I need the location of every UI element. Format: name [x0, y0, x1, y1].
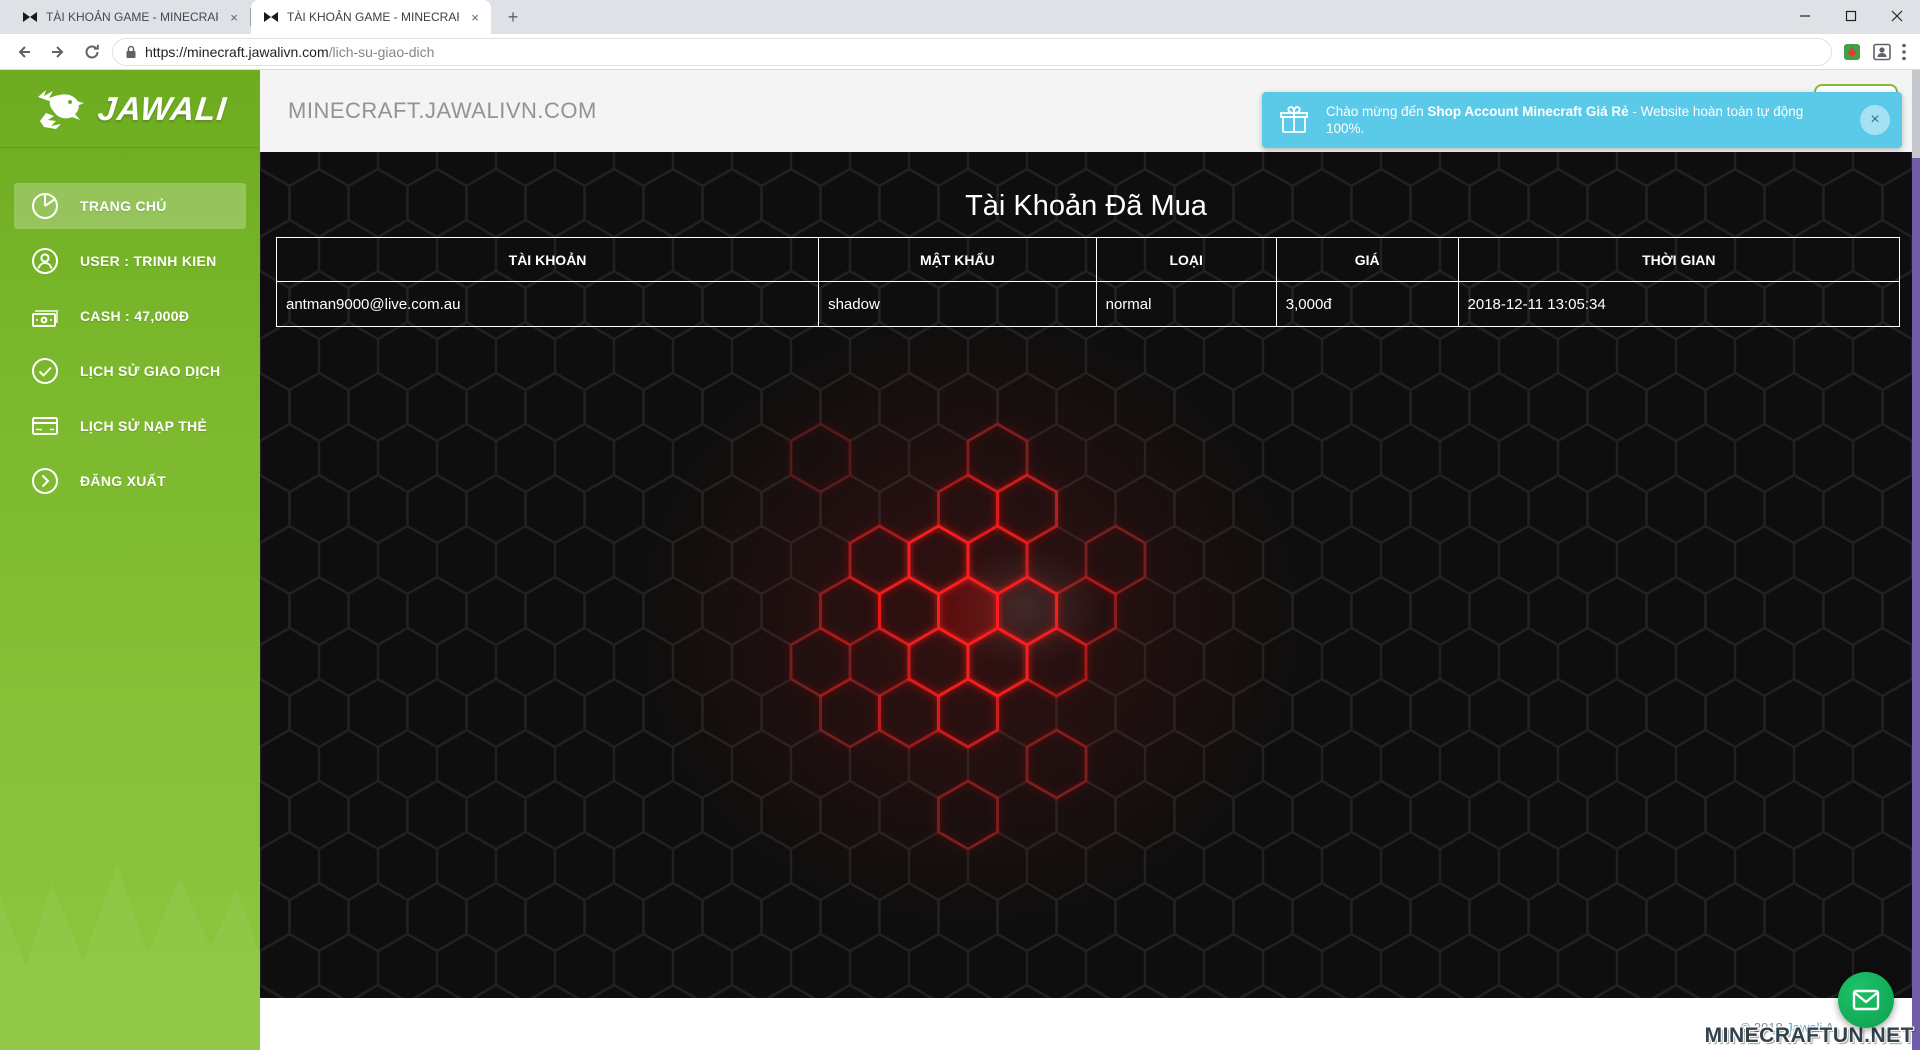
- sidebar-item-label: LỊCH SỬ NẠP THẺ: [80, 418, 208, 434]
- favicon-icon: [264, 12, 278, 22]
- logout-icon: [32, 468, 58, 494]
- page-scrollbar[interactable]: [1912, 70, 1920, 1050]
- cell-account: antman9000@live.com.au: [275, 281, 820, 327]
- sidebar-item-label: TRANG CHỦ: [80, 198, 167, 214]
- chat-button[interactable]: [1838, 972, 1894, 1028]
- sidebar-item-cash[interactable]: CASH : 47,000Đ: [14, 293, 246, 339]
- sidebar-item-lich-su-giao-dich[interactable]: LỊCH SỬ GIAO DỊCH: [14, 348, 246, 394]
- table-header-row: TÀI KHOẢN MẬT KHẨU LOẠI GIÁ THỜI GIAN: [275, 237, 1901, 282]
- sidebar-item-dang-xuat[interactable]: ĐĂNG XUẤT: [14, 458, 246, 504]
- sidebar-item-label: LỊCH SỬ GIAO DỊCH: [80, 363, 221, 379]
- sidebar-menu: TRANG CHỦ USER : TRINH KIEN CASH : 47,00…: [0, 148, 260, 504]
- col-header-type: LOẠI: [1095, 237, 1277, 282]
- check-circle-icon: [32, 358, 58, 384]
- main-content: Tài Khoản Đã Mua TÀI KHOẢN MẬT KHẨU LOẠI…: [260, 152, 1912, 998]
- tab-close-icon[interactable]: ×: [467, 9, 483, 25]
- toast-message: Chào mừng đến Shop Account Minecraft Giá…: [1326, 104, 1804, 136]
- cell-password: shadow: [818, 281, 1097, 327]
- tab-close-icon[interactable]: ×: [226, 9, 242, 25]
- maximize-button[interactable]: [1828, 0, 1874, 32]
- browser-tab-2-active[interactable]: TÀI KHOẢN GAME - MINECRAFT ×: [251, 0, 491, 34]
- menu-dots-icon[interactable]: [1902, 43, 1906, 61]
- window-controls: [1782, 0, 1920, 32]
- minimize-button[interactable]: [1782, 0, 1828, 32]
- col-header-account: TÀI KHOẢN: [275, 237, 820, 282]
- sidebar-item-user[interactable]: USER : TRINH KIEN: [14, 238, 246, 284]
- scrollbar-thumb[interactable]: [1912, 70, 1920, 158]
- url-path: /lich-su-giao-dich: [328, 43, 435, 60]
- tab-title: TÀI KHOẢN GAME - MINECRAFT: [287, 10, 459, 24]
- eagle-logo-icon: [37, 89, 84, 129]
- footer: © 2018 Jawali A: [260, 998, 1912, 1050]
- envelope-icon: [1852, 989, 1880, 1011]
- sidebar-item-trang-chu[interactable]: TRANG CHỦ: [14, 183, 246, 229]
- url-domain: https://minecraft.jawalivn.com: [145, 43, 329, 60]
- cash-icon: [32, 310, 58, 327]
- welcome-toast: Chào mừng đến Shop Account Minecraft Giá…: [1262, 92, 1902, 148]
- favicon-icon: [23, 12, 37, 22]
- url-text: https://minecraft.jawalivn.com/lich-su-g…: [145, 44, 434, 60]
- close-window-button[interactable]: [1874, 0, 1920, 32]
- refresh-button[interactable]: [78, 38, 106, 66]
- cell-type: normal: [1095, 281, 1277, 327]
- pie-chart-icon: [32, 193, 58, 219]
- toast-message-bold: Shop Account Minecraft Giá Rẻ: [1427, 104, 1629, 119]
- profile-icon[interactable]: [1872, 42, 1892, 62]
- col-header-price: GIÁ: [1275, 237, 1459, 282]
- new-tab-button[interactable]: +: [499, 3, 527, 31]
- browser-tabstrip: TÀI KHOẢN GAME - MINECRAFT × TÀI KHOẢN G…: [0, 0, 1920, 34]
- watermark: MINECRAFTUN.NET: [1704, 1024, 1914, 1047]
- toolbar-actions: [1838, 42, 1910, 62]
- toast-close-icon[interactable]: ×: [1860, 105, 1890, 135]
- purchased-accounts-table: TÀI KHOẢN MẬT KHẨU LOẠI GIÁ THỜI GIAN an…: [275, 237, 1901, 327]
- sidebar-item-label: USER : TRINH KIEN: [80, 253, 217, 269]
- browser-tab-1[interactable]: TÀI KHOẢN GAME - MINECRAFT ×: [10, 0, 250, 34]
- sidebar-item-label: CASH : 47,000Đ: [80, 308, 190, 324]
- padlock-icon: [126, 45, 136, 58]
- tab-title: TÀI KHOẢN GAME - MINECRAFT: [46, 10, 218, 24]
- forward-button[interactable]: [44, 38, 72, 66]
- col-header-time: THỜI GIAN: [1457, 237, 1901, 282]
- logo[interactable]: JAWALI: [0, 70, 260, 148]
- col-header-password: MẬT KHẨU: [818, 237, 1097, 282]
- back-button[interactable]: [10, 38, 38, 66]
- cell-price: 3,000đ: [1275, 281, 1459, 327]
- cell-time: 2018-12-11 13:05:34: [1457, 281, 1901, 327]
- credit-card-icon: [32, 417, 58, 435]
- screen: TÀI KHOẢN GAME - MINECRAFT × TÀI KHOẢN G…: [0, 0, 1920, 1050]
- sidebar-item-label: ĐĂNG XUẤT: [80, 473, 166, 489]
- page-title: Tài Khoản Đã Mua: [965, 190, 1207, 222]
- gift-icon: [1280, 106, 1308, 133]
- url-bar[interactable]: https://minecraft.jawalivn.com/lich-su-g…: [112, 37, 1832, 66]
- site-title: MINECRAFT.JAWALIVN.COM: [288, 98, 597, 123]
- logo-text: JAWALI: [95, 89, 229, 127]
- table-row: antman9000@live.com.au shadow normal 3,0…: [275, 281, 1901, 327]
- sidebar: JAWALI TRANG CHỦ USER : TRINH KIEN CASH …: [0, 70, 260, 1050]
- user-icon: [32, 248, 58, 274]
- browser-toolbar: https://minecraft.jawalivn.com/lich-su-g…: [0, 34, 1920, 70]
- extension-icon[interactable]: [1842, 42, 1862, 62]
- sidebar-item-lich-su-nap-the[interactable]: LỊCH SỬ NẠP THẺ: [14, 403, 246, 449]
